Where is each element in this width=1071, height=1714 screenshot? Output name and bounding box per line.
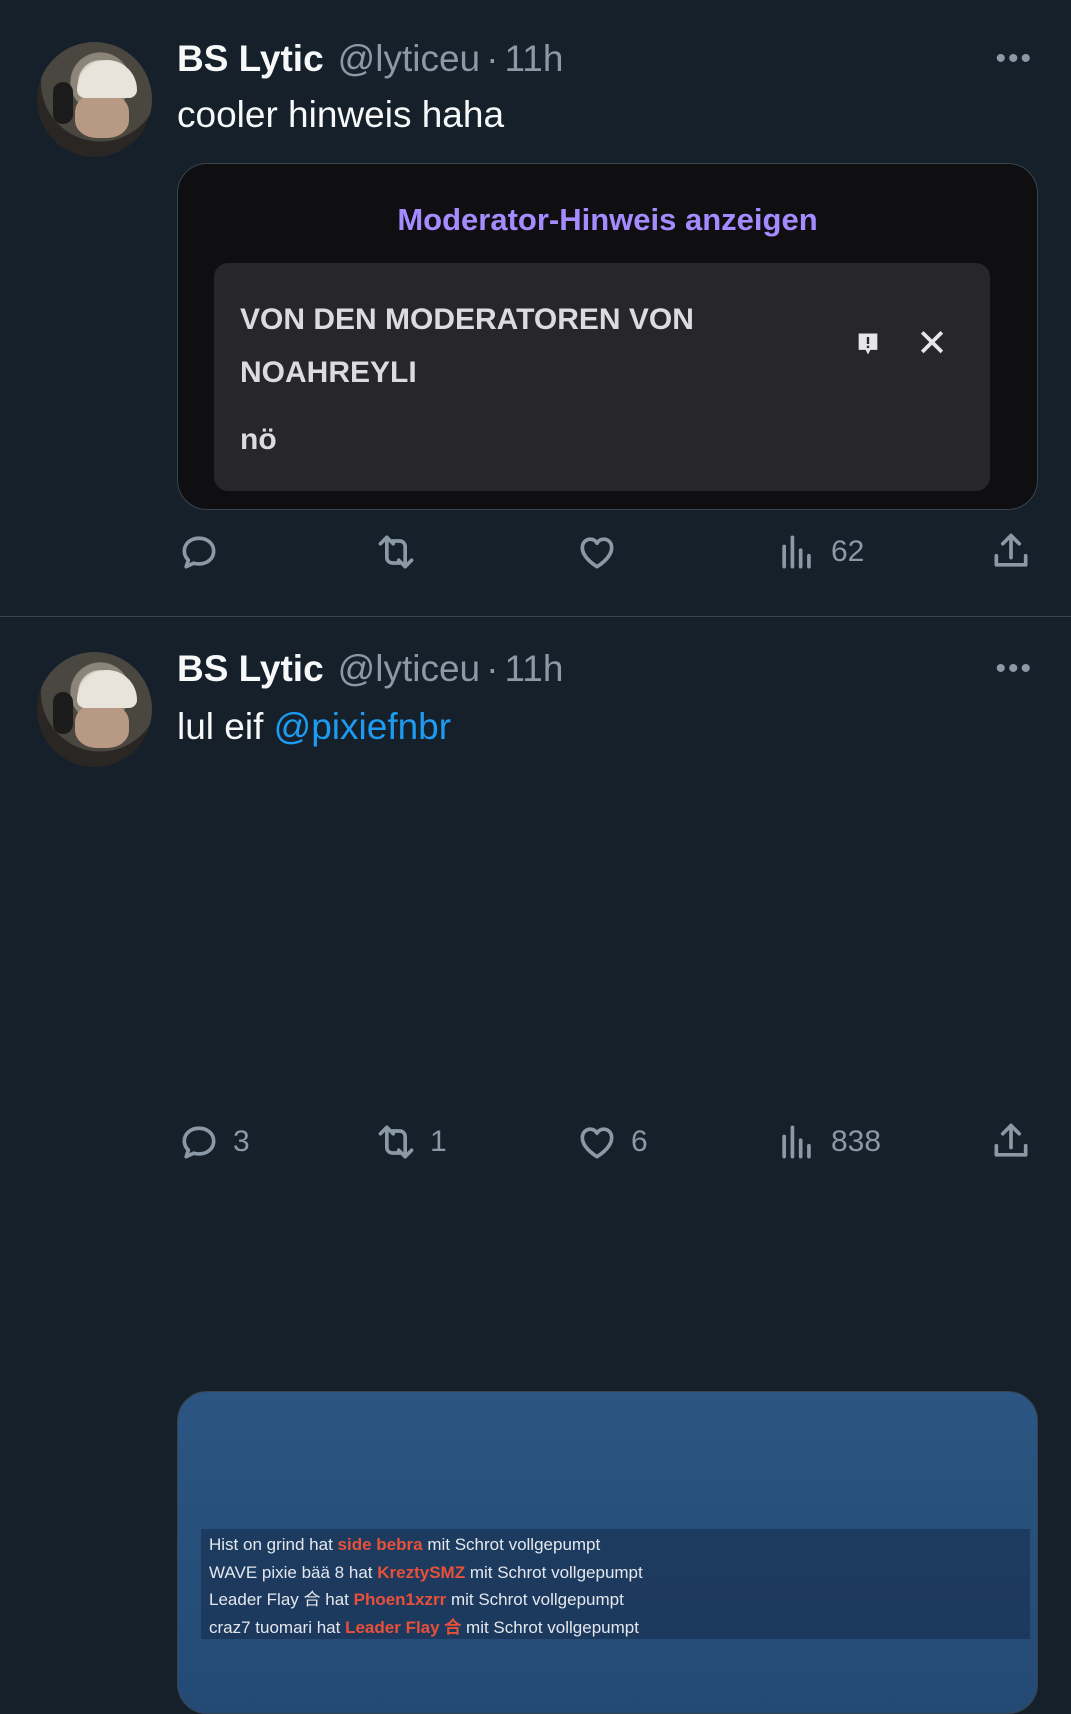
report-icon — [858, 333, 878, 355]
mention-link[interactable]: @pixiefnbr — [274, 706, 451, 747]
killfeed: Hist on grind hat side bebra mit Schrot … — [201, 1529, 1030, 1639]
retweet-button[interactable] — [374, 530, 430, 574]
retweet-count: 1 — [430, 1125, 447, 1158]
timestamp[interactable]: 11h — [504, 38, 563, 80]
views-icon — [782, 535, 811, 569]
tweet-text: lul eif @pixiefnbr — [177, 706, 451, 748]
views-count: 838 — [831, 1125, 882, 1158]
tweet-text-body: lul eif — [177, 706, 264, 747]
share-icon — [994, 533, 1028, 567]
share-button[interactable] — [989, 1120, 1033, 1164]
avatar[interactable] — [37, 42, 152, 157]
separator: · — [486, 648, 499, 689]
killfeed-line: craz7 tuomari hat Leader Flay 合 mit Schr… — [209, 1617, 639, 1637]
views-button[interactable]: 838 — [775, 1120, 881, 1164]
more-options-icon[interactable]: ••• — [995, 652, 1033, 686]
views-button[interactable]: 62 — [775, 530, 864, 574]
reply-icon — [182, 536, 216, 569]
like-count: 6 — [631, 1125, 648, 1158]
views-count: 62 — [831, 535, 865, 568]
media-image[interactable]: Hist on grind hat side bebra mit Schrot … — [177, 1391, 1038, 1714]
tweet-header: BS Lytic @lyticeu · 11h — [177, 38, 563, 80]
tweet[interactable]: ••• lul eif @pixiefnbr Hist on grind hat… — [0, 618, 1071, 1714]
more-options-icon[interactable]: ••• — [995, 42, 1033, 76]
tweet-text: cooler hinweis haha — [177, 94, 505, 135]
author-name[interactable]: BS Lytic — [177, 648, 324, 690]
share-icon — [994, 1123, 1028, 1157]
avatar[interactable] — [37, 652, 152, 767]
killfeed-line: Leader Flay 合 hat Phoen1xzrr mit Schrot … — [209, 1590, 624, 1609]
timestamp[interactable]: 11h — [504, 648, 563, 690]
reply-icon — [182, 1126, 216, 1159]
share-button[interactable] — [989, 530, 1033, 574]
mod-note-title: VON DEN MODERATOREN VON NOAHREYLI — [240, 303, 694, 389]
like-button[interactable] — [575, 530, 631, 574]
views-icon — [782, 1125, 811, 1159]
like-button[interactable]: 6 — [575, 1120, 648, 1164]
reply-button[interactable]: 3 — [177, 1120, 250, 1164]
close-icon: ✕ — [916, 323, 948, 365]
mod-note-link: Moderator-Hinweis anzeigen — [397, 202, 818, 237]
killfeed-line: WAVE pixie bää 8 hat KreztySMZ mit Schro… — [209, 1562, 643, 1582]
mod-note-box: VON DEN MODERATOREN VON NOAHREYLI ✕ nö — [214, 263, 990, 491]
reply-button[interactable] — [177, 530, 233, 574]
author-handle[interactable]: @lyticeu — [338, 38, 480, 80]
media-image[interactable]: Moderator-Hinweis anzeigen VON DEN MODER… — [177, 163, 1038, 510]
killfeed-line: Hist on grind hat side bebra mit Schrot … — [209, 1535, 601, 1554]
mod-note-icons: ✕ — [854, 325, 948, 363]
tweet[interactable]: BS Lytic @lyticeu · 11h ••• cooler hinwe… — [0, 0, 1071, 617]
mod-note-body: nö — [240, 423, 277, 456]
reply-count: 3 — [233, 1125, 250, 1158]
separator: · — [486, 38, 499, 79]
retweet-icon — [378, 1125, 414, 1159]
action-bar: 62 — [177, 530, 1037, 580]
author-handle[interactable]: @lyticeu — [338, 648, 480, 690]
retweet-button[interactable]: 1 — [374, 1120, 447, 1164]
heart-icon — [580, 537, 614, 569]
action-bar: 3 1 6 838 — [177, 1120, 1037, 1170]
retweet-icon — [378, 535, 414, 569]
author-name[interactable]: BS Lytic — [177, 38, 324, 80]
tweet-header: BS Lytic @lyticeu · 11h — [177, 648, 563, 690]
heart-icon — [580, 1127, 614, 1159]
